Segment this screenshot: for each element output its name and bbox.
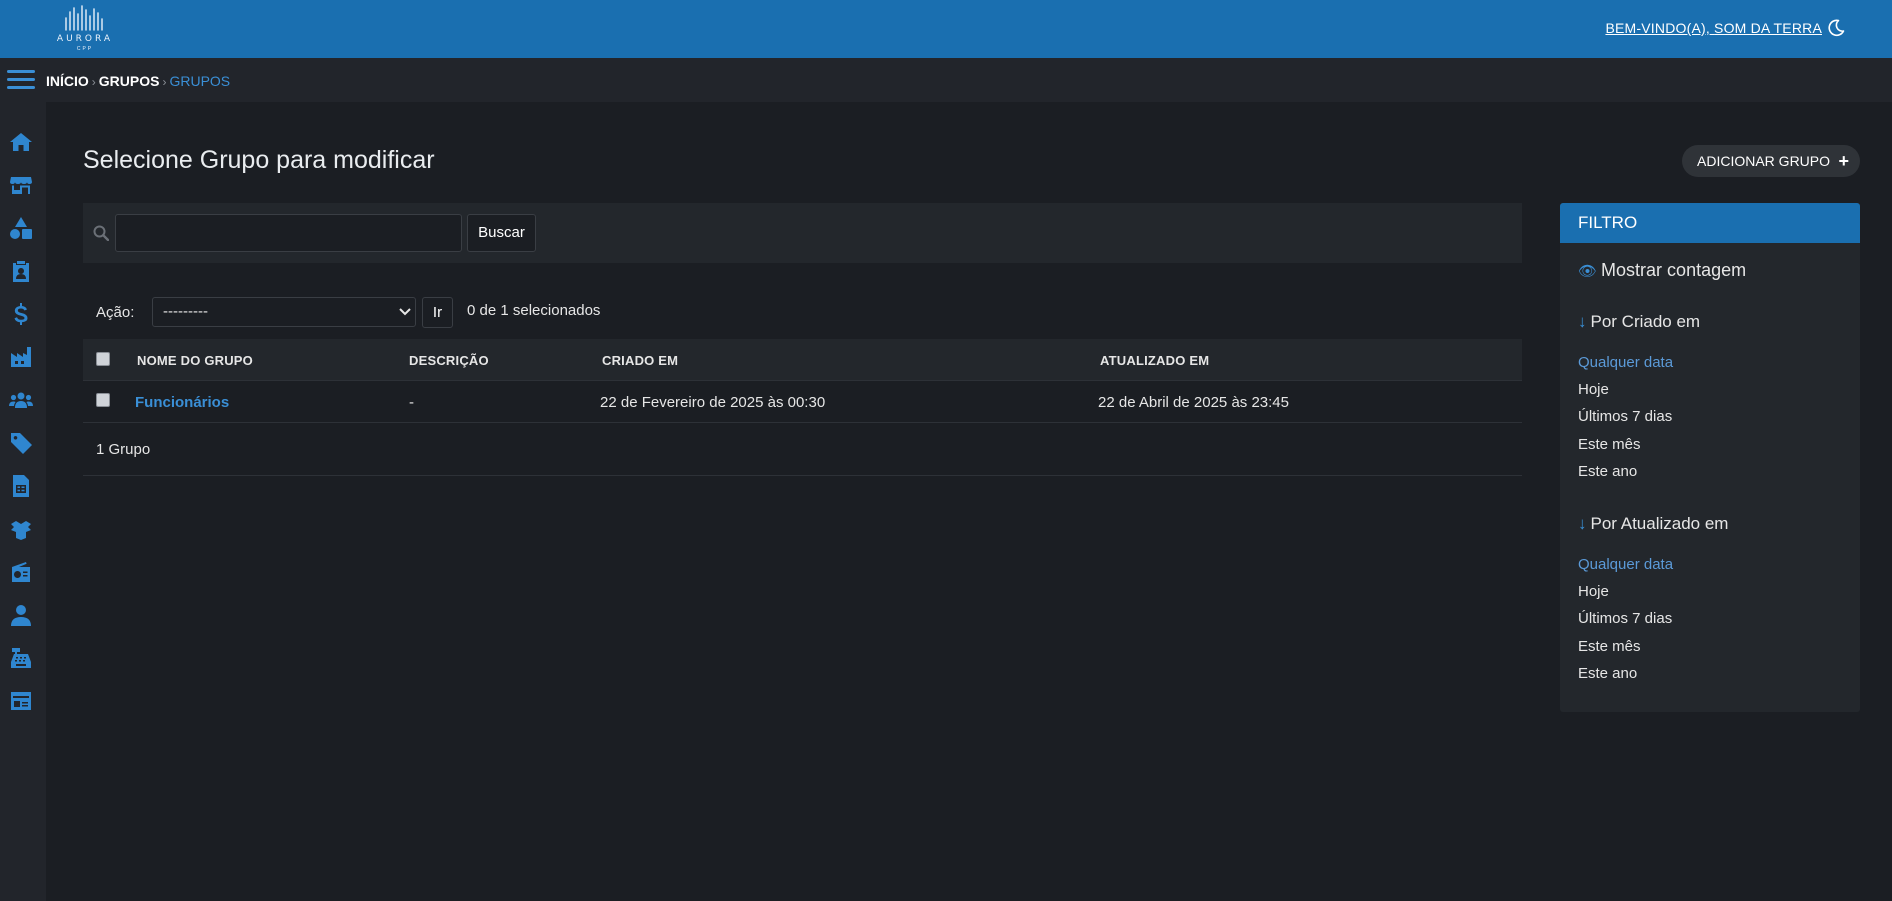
- search-button[interactable]: Buscar: [467, 214, 536, 252]
- filter-updated-7days[interactable]: Últimos 7 dias: [1578, 610, 1672, 627]
- action-row: Ação: --------- Ir 0 de 1 selecionados: [83, 296, 783, 328]
- arrow-down-icon: ↓: [1578, 312, 1587, 331]
- breadcrumb-separator: ›: [91, 75, 96, 89]
- action-selected-value: ---------: [163, 303, 208, 320]
- moon-icon[interactable]: [1826, 18, 1846, 38]
- filter-created-today[interactable]: Hoje: [1578, 381, 1609, 398]
- page-title: Selecione Grupo para modificar: [83, 146, 435, 174]
- aurora-logo[interactable]: AURORA CPP: [52, 4, 118, 54]
- filter-created-any[interactable]: Qualquer data: [1578, 354, 1673, 371]
- filter-group-updated-title: ↓ Por Atualizado em: [1578, 514, 1728, 534]
- column-header-created[interactable]: CRIADO EM: [602, 353, 678, 368]
- filter-title: FILTRO: [1560, 203, 1860, 243]
- welcome-username: SOM DA TERRA: [1714, 20, 1822, 36]
- welcome-user-link[interactable]: BEM-VINDO(A), SOM DA TERRA: [1605, 20, 1822, 36]
- table-row: Funcionários - 22 de Fevereiro de 2025 à…: [83, 381, 1522, 423]
- filter-created-year[interactable]: Este ano: [1578, 463, 1637, 480]
- result-count: 1 Grupo: [96, 441, 151, 458]
- add-group-label: ADICIONAR GRUPO: [1697, 153, 1831, 169]
- arrow-down-icon: ↓: [1578, 514, 1587, 533]
- filter-group-created-label: Por Criado em: [1590, 312, 1701, 331]
- sidebar-id-card-icon[interactable]: [8, 688, 34, 714]
- select-all-checkbox[interactable]: [96, 352, 110, 366]
- column-header-name[interactable]: NOME DO GRUPO: [137, 353, 253, 368]
- welcome-prefix: BEM-VINDO(A),: [1605, 20, 1710, 36]
- plus-icon: +: [1838, 151, 1849, 171]
- table-header: NOME DO GRUPO DESCRIÇÃO CRIADO EM ATUALI…: [83, 339, 1522, 381]
- logo-subtext: CPP: [76, 46, 94, 52]
- sidebar-boxes-icon[interactable]: [8, 516, 34, 542]
- sidebar-cash-register-icon[interactable]: [8, 645, 34, 671]
- breadcrumb-section-link[interactable]: GRUPOS: [99, 73, 160, 89]
- group-updated-at: 22 de Abril de 2025 às 23:45: [1098, 394, 1289, 411]
- breadcrumb-bar: INÍCIO › GRUPOS › GRUPOS: [0, 58, 1892, 102]
- sidebar-radio-icon[interactable]: [8, 559, 34, 585]
- action-label: Ação:: [96, 304, 135, 321]
- column-header-updated[interactable]: ATUALIZADO EM: [1100, 353, 1209, 368]
- filter-group-updated-label: Por Atualizado em: [1590, 514, 1729, 533]
- search-bar: Buscar: [83, 203, 1522, 263]
- selection-counter: 0 de 1 selecionados: [467, 302, 601, 319]
- search-input[interactable]: [115, 214, 462, 252]
- breadcrumb-separator: ›: [162, 75, 167, 89]
- sidebar-factory-icon[interactable]: [8, 344, 34, 370]
- table-footer: 1 Grupo: [83, 423, 1522, 476]
- eye-icon: 👁: [1578, 263, 1598, 280]
- logo-text: AURORA: [56, 34, 114, 44]
- sidebar-tag-icon[interactable]: [8, 430, 34, 456]
- breadcrumb-home-link[interactable]: INÍCIO: [46, 73, 89, 89]
- sidebar-user-icon[interactable]: [8, 602, 34, 628]
- filter-created-7days[interactable]: Últimos 7 dias: [1578, 408, 1672, 425]
- column-header-description[interactable]: DESCRIÇÃO: [409, 353, 489, 368]
- sidebar-users-icon[interactable]: [8, 387, 34, 413]
- search-icon: [93, 225, 109, 241]
- filter-updated-month[interactable]: Este mês: [1578, 638, 1641, 655]
- sidebar-file-invoice-icon[interactable]: [8, 473, 34, 499]
- show-count-link[interactable]: 👁 Mostrar contagem: [1578, 260, 1746, 281]
- filter-updated-year[interactable]: Este ano: [1578, 665, 1637, 682]
- group-name-link[interactable]: Funcionários: [135, 394, 229, 411]
- chevron-down-icon: [399, 308, 411, 316]
- breadcrumb-current: GRUPOS: [169, 73, 231, 89]
- show-count-label: Mostrar contagem: [1601, 260, 1747, 280]
- add-group-button[interactable]: ADICIONAR GRUPO +: [1682, 145, 1860, 177]
- sidebar: [0, 102, 46, 901]
- group-description: -: [409, 394, 414, 411]
- filter-updated-today[interactable]: Hoje: [1578, 583, 1609, 600]
- groups-table: NOME DO GRUPO DESCRIÇÃO CRIADO EM ATUALI…: [83, 339, 1522, 476]
- sidebar-store-icon[interactable]: [8, 172, 34, 198]
- sidebar-clipboard-user-icon[interactable]: [8, 258, 34, 284]
- group-created-at: 22 de Fevereiro de 2025 às 00:30: [600, 394, 826, 411]
- filter-updated-any[interactable]: Qualquer data: [1578, 556, 1673, 573]
- filter-panel: FILTRO 👁 Mostrar contagem ↓ Por Criado em …: [1560, 203, 1860, 712]
- sidebar-home-icon[interactable]: [8, 129, 34, 155]
- action-select[interactable]: ---------: [152, 297, 416, 327]
- sidebar-dollar-icon[interactable]: [8, 301, 34, 327]
- sidebar-shapes-icon[interactable]: [8, 215, 34, 241]
- top-header: AURORA CPP BEM-VINDO(A), SOM DA TERRA: [0, 0, 1892, 58]
- menu-toggle-icon[interactable]: [7, 70, 35, 90]
- filter-created-month[interactable]: Este mês: [1578, 436, 1641, 453]
- row-checkbox[interactable]: [96, 393, 110, 407]
- go-button[interactable]: Ir: [422, 297, 453, 328]
- aurora-logo-lines: [65, 5, 103, 31]
- breadcrumb: INÍCIO › GRUPOS › GRUPOS: [46, 73, 230, 89]
- filter-group-created-title: ↓ Por Criado em: [1578, 312, 1700, 332]
